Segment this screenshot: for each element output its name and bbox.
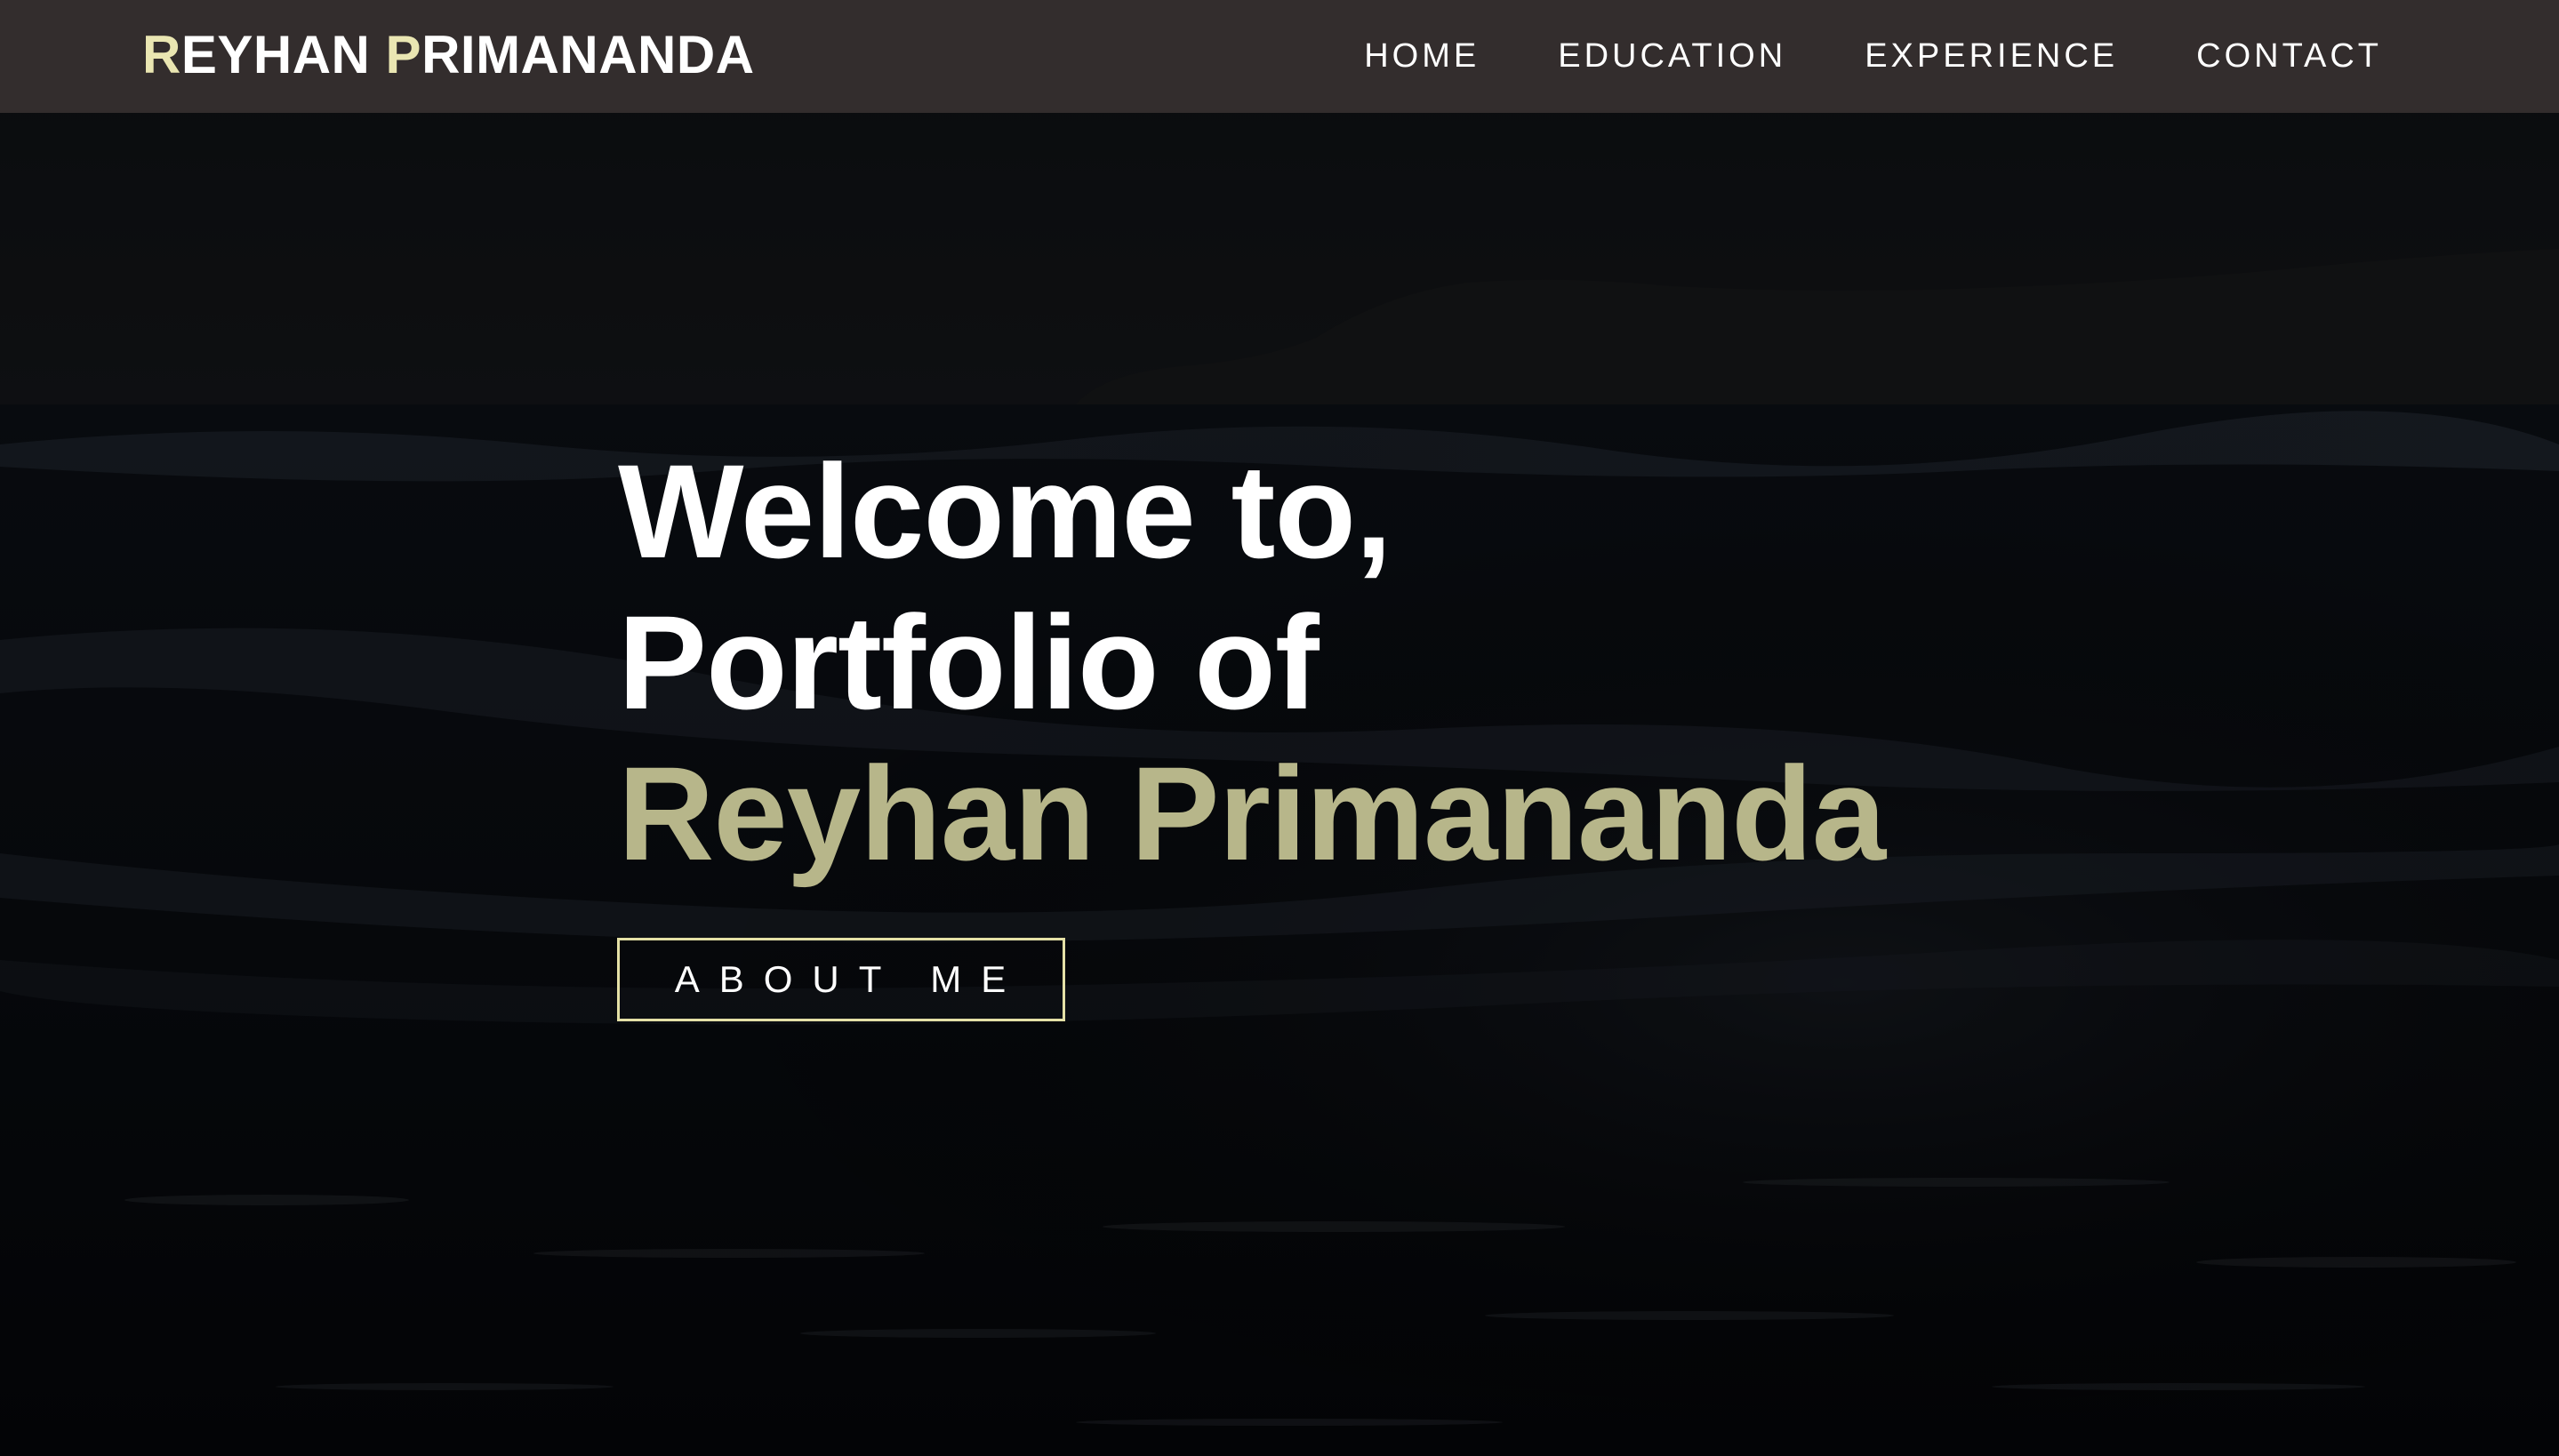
headline-owner-name: Reyhan Primananda	[618, 739, 1886, 888]
hero-headline: Welcome to, Portfolio of Reyhan Primanan…	[618, 436, 1886, 889]
nav-link-contact[interactable]: CONTACT	[2118, 34, 2382, 78]
brand-first-rest: EYHAN	[180, 25, 386, 84]
brand-logo[interactable]: REYHAN PRIMANANDA	[142, 24, 755, 86]
brand-last-initial: P	[385, 25, 422, 84]
nav-menu: HOME EDUCATION EXPERIENCE CONTACT	[1364, 34, 2382, 78]
headline-welcome: Welcome to,	[618, 436, 1392, 586]
nav-link-home[interactable]: HOME	[1364, 34, 1480, 78]
nav-link-experience[interactable]: EXPERIENCE	[1786, 34, 2118, 78]
headline-portfolio-of: Portfolio of	[618, 588, 1320, 737]
nav-link-education[interactable]: EDUCATION	[1480, 34, 1786, 78]
brand-first-initial: R	[142, 25, 181, 84]
about-me-button[interactable]: ABOUT ME	[617, 938, 1065, 1021]
portfolio-page: REYHAN PRIMANANDA HOME EDUCATION EXPERIE…	[0, 0, 2559, 1456]
brand-last-rest: RIMANANDA	[421, 25, 755, 84]
top-navbar: REYHAN PRIMANANDA HOME EDUCATION EXPERIE…	[0, 0, 2559, 113]
